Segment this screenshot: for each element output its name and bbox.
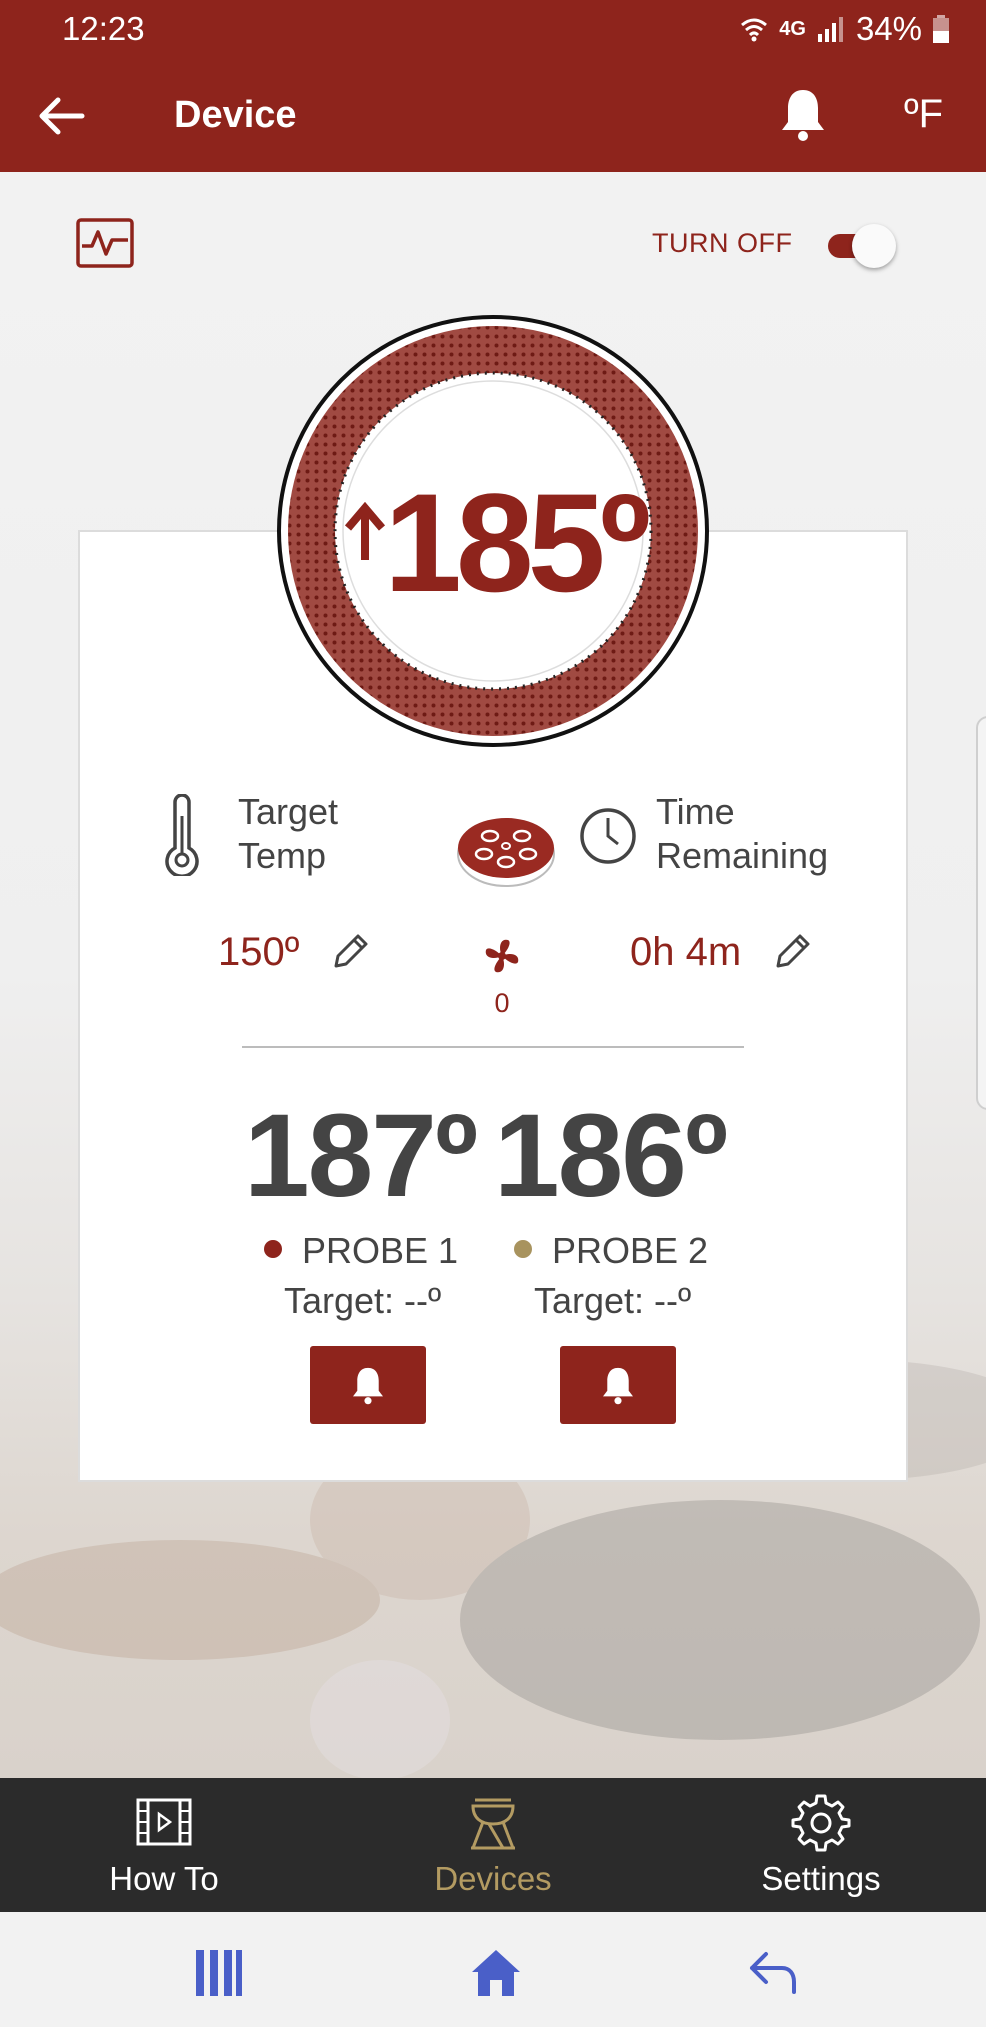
wifi-icon: [741, 18, 768, 42]
nav-how-to-label: How To: [109, 1860, 219, 1897]
bottom-navigation: How To Devices Settings: [0, 1778, 986, 1912]
system-navigation-bar: [0, 1912, 986, 2027]
fan-level: 0: [494, 988, 510, 1018]
video-icon: [136, 1798, 192, 1846]
probe-2-alarm-button[interactable]: [560, 1346, 676, 1424]
divider: [242, 1046, 744, 1048]
target-temp-value[interactable]: 150º: [218, 930, 299, 975]
page-title: Device: [174, 94, 297, 136]
time-remaining-label: Time Remaining: [656, 791, 829, 876]
network-label: 4G: [779, 17, 806, 40]
probe-2-name: PROBE 2: [552, 1230, 709, 1271]
nav-devices[interactable]: Devices: [373, 1778, 613, 1912]
status-bar: 12:23 4G 34%: [0, 0, 986, 58]
turn-off-label: TURN OFF: [652, 228, 793, 258]
bell-icon[interactable]: [778, 86, 828, 142]
app-bar: Device ºF: [0, 58, 986, 172]
battery-percent: 34%: [855, 10, 922, 47]
back-icon[interactable]: [748, 1950, 798, 1994]
bell-icon: [353, 1367, 383, 1405]
back-arrow-icon[interactable]: [36, 94, 86, 138]
thermometer-icon: [165, 794, 199, 876]
probe-1-target: Target: --º: [284, 1280, 442, 1321]
power-toggle[interactable]: [824, 222, 902, 268]
target-temp-label: Target Temp: [238, 791, 339, 876]
signal-icon: [817, 17, 843, 42]
probe-2-color-dot: [514, 1240, 532, 1258]
grill-icon: [457, 818, 555, 887]
probe-1-name: PROBE 1: [302, 1230, 459, 1271]
probe-1-temperature: 187º: [244, 1090, 478, 1222]
fan-icon: [485, 939, 519, 973]
grill-icon: [471, 1798, 515, 1850]
bell-icon: [603, 1367, 633, 1405]
unit-toggle[interactable]: ºF: [904, 92, 943, 137]
probe-1-color-dot: [264, 1240, 282, 1258]
probe-1-alarm-button[interactable]: [310, 1346, 426, 1424]
edge-panel-handle[interactable]: [976, 716, 986, 1110]
graph-icon[interactable]: [76, 218, 134, 268]
nav-settings-label: Settings: [761, 1860, 881, 1897]
clock-icon: [580, 808, 636, 864]
current-temperature: 185º: [384, 464, 651, 621]
gear-icon: [791, 1794, 851, 1852]
status-time: 12:23: [62, 10, 145, 47]
battery-icon: [933, 15, 949, 43]
edit-target-temp-icon[interactable]: [330, 932, 370, 972]
probe-2-target: Target: --º: [534, 1280, 692, 1321]
nav-how-to[interactable]: How To: [44, 1778, 284, 1912]
home-icon[interactable]: [468, 1946, 524, 1998]
edit-time-icon[interactable]: [772, 932, 812, 972]
recent-apps-icon[interactable]: [194, 1948, 244, 1998]
nav-devices-label: Devices: [434, 1860, 552, 1897]
trend-up-arrow-icon: [344, 502, 386, 560]
time-remaining-value[interactable]: 0h 4m: [630, 930, 741, 975]
probe-2-temperature: 186º: [494, 1090, 728, 1222]
nav-settings[interactable]: Settings: [701, 1778, 941, 1912]
